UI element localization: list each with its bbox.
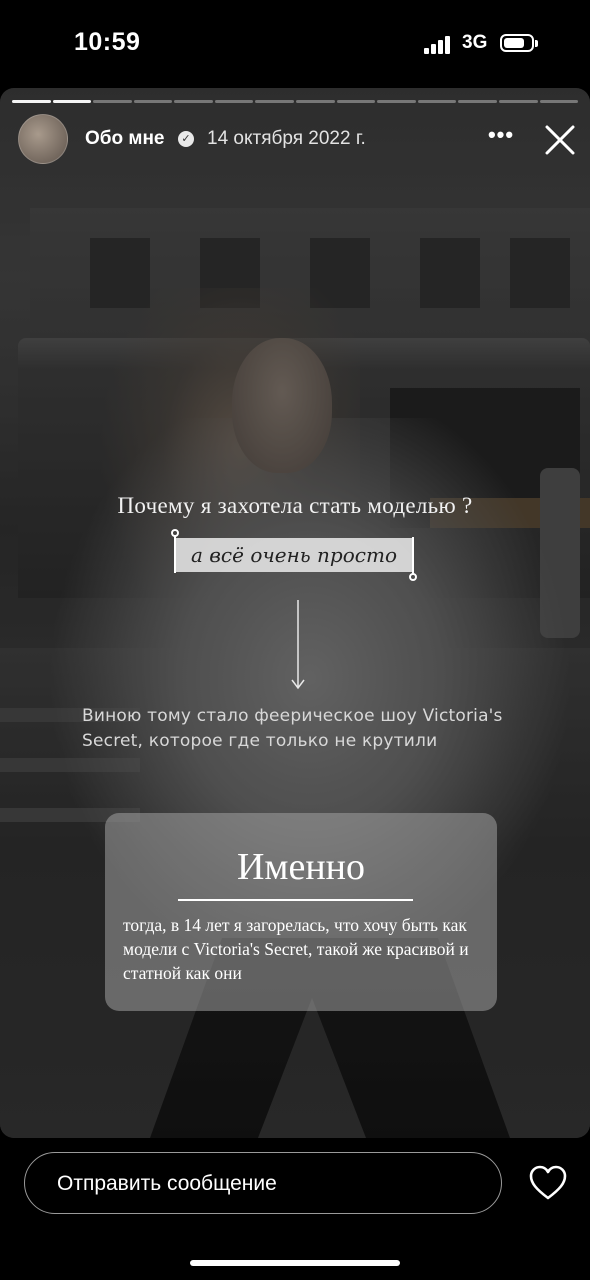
avatar[interactable] <box>18 114 68 164</box>
status-bar: 10:59 3G <box>0 0 590 88</box>
story-date: 14 октября 2022 г. <box>207 128 366 149</box>
story-progress-segment <box>255 100 295 103</box>
reason-text: Виною тому стало феерическое шоу Victori… <box>82 706 503 751</box>
story-username[interactable]: Обо мне <box>85 128 165 150</box>
reply-placeholder: Отправить сообщение <box>57 1172 277 1195</box>
tag-handle-bottom <box>409 573 417 581</box>
tag-handle-top <box>171 529 179 537</box>
close-icon[interactable] <box>544 124 576 156</box>
story-progress-segment <box>498 100 538 103</box>
battery-level <box>504 38 524 48</box>
question-text: Почему я захотела стать моделью ? <box>117 493 473 518</box>
card-title: Именно <box>236 846 366 888</box>
story-viewer[interactable]: Обо мне ✓ 14 октября 2022 г. ••• Почему … <box>0 88 590 1138</box>
home-indicator[interactable] <box>190 1260 400 1266</box>
story-progress-segment <box>417 100 457 103</box>
story-progress-segment <box>377 100 416 103</box>
story-progress-segment <box>214 100 254 103</box>
verified-badge-icon: ✓ <box>178 131 194 147</box>
signal-icon <box>424 36 454 54</box>
story-progress-bar <box>12 100 579 103</box>
highlight-card: Именно тогда, в 14 лет я загорелась, что… <box>105 813 497 1011</box>
battery-icon <box>500 34 538 52</box>
story-progress-segment <box>458 100 497 103</box>
card-text: тогда, в 14 лет я загорелась, что хочу б… <box>123 915 469 983</box>
story-progress-segment <box>296 100 335 103</box>
card-divider <box>178 899 413 901</box>
network-type: 3G <box>462 32 488 53</box>
story-progress-segment <box>133 100 173 103</box>
heart-icon[interactable] <box>528 1164 568 1202</box>
story-progress-segment <box>539 100 579 103</box>
story-progress-segment <box>12 100 51 103</box>
story-progress-segment <box>336 100 376 103</box>
arrow-down-icon <box>291 600 305 690</box>
story-progress-segment <box>174 100 213 103</box>
reply-input[interactable]: Отправить сообщение <box>24 1152 502 1214</box>
more-icon[interactable]: ••• <box>486 124 516 154</box>
story-progress-segment <box>52 100 92 103</box>
story-progress-segment <box>93 100 132 103</box>
status-time: 10:59 <box>74 28 141 56</box>
answer-tag: а всё очень просто <box>176 538 412 572</box>
tag-bracket-right <box>412 537 414 575</box>
